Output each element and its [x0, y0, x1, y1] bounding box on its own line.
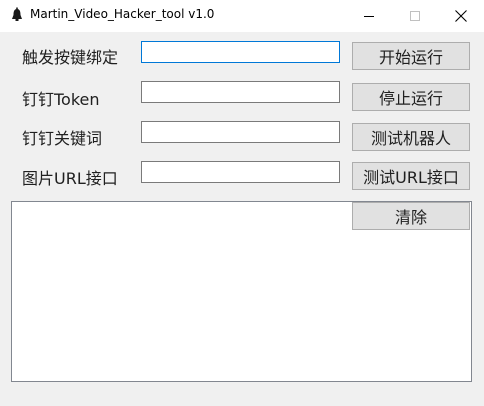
test-robot-button[interactable]: 测试机器人 — [352, 123, 470, 151]
clear-button[interactable]: 清除 — [352, 202, 470, 230]
minimize-button[interactable] — [346, 0, 392, 31]
dingtalk-token-input[interactable] — [141, 81, 340, 103]
start-button[interactable]: 开始运行 — [352, 42, 470, 70]
window-bottom-edge — [0, 384, 484, 406]
window-title: Martin_Video_Hacker_tool v1.0 — [30, 7, 215, 21]
title-bar[interactable]: Martin_Video_Hacker_tool v1.0 — [0, 0, 484, 32]
test-url-api-button[interactable]: 测试URL接口 — [352, 162, 470, 190]
dingtalk-token-label: 钉钉Token — [22, 90, 100, 109]
maximize-button[interactable] — [392, 0, 438, 31]
image-url-api-input[interactable] — [141, 161, 340, 183]
close-button[interactable] — [438, 0, 484, 31]
dingtalk-keyword-label: 钉钉关键词 — [22, 129, 103, 148]
dingtalk-keyword-input[interactable] — [141, 121, 340, 143]
stop-button[interactable]: 停止运行 — [352, 83, 470, 111]
minimize-icon — [364, 15, 374, 17]
image-url-api-label: 图片URL接口 — [22, 169, 118, 188]
maximize-icon — [410, 10, 420, 21]
app-window: Martin_Video_Hacker_tool v1.0 触发按键绑定 开始运… — [0, 0, 484, 406]
bell-icon — [9, 7, 25, 23]
hotkey-binding-input[interactable] — [141, 41, 340, 63]
hotkey-binding-label: 触发按键绑定 — [22, 48, 119, 67]
close-icon — [455, 9, 467, 22]
